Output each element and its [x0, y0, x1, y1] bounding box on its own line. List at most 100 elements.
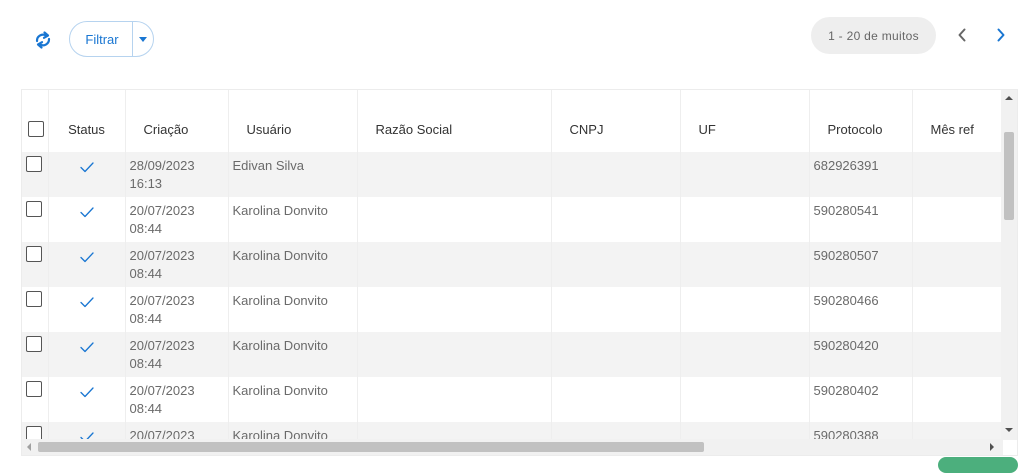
pagination-info: 1 - 20 de muitos [811, 17, 936, 54]
user-cell: Karolina Donvito [228, 287, 358, 332]
select-all-checkbox[interactable] [28, 121, 44, 137]
uf-cell [680, 152, 810, 197]
uf-cell [680, 242, 810, 287]
scroll-down-arrow[interactable] [1005, 428, 1013, 432]
grid-header-row: Status Criação Usuário Razão Social CNPJ… [22, 90, 1002, 152]
creation-time: 08:44 [129, 356, 163, 371]
protocol-cell: 590280507 [809, 242, 913, 287]
scroll-right-arrow[interactable] [990, 443, 994, 451]
creation-cell: 20/07/2023 08:44 [125, 197, 229, 242]
row-checkbox[interactable] [26, 381, 42, 397]
cnpj-cell [551, 332, 681, 377]
status-cell [48, 197, 126, 242]
company-name-cell [357, 377, 552, 422]
company-name-cell [357, 242, 552, 287]
creation-time: 08:44 [129, 311, 163, 326]
user-cell: Karolina Donvito [228, 377, 358, 422]
table-row[interactable]: 20/07/2023 08:44 Karolina Donvito 590280541 [22, 197, 1002, 242]
column-header-creation[interactable]: Criação [125, 90, 229, 152]
creation-date: 20/07/2023 [129, 248, 195, 263]
cnpj-cell [551, 287, 681, 332]
creation-cell: 20/07/2023 08:44 [125, 287, 229, 332]
protocol-cell: 590280466 [809, 287, 913, 332]
chevron-right-icon [997, 28, 1005, 42]
company-name-cell [357, 332, 552, 377]
creation-date: 20/07/2023 [129, 338, 195, 353]
column-header-uf[interactable]: UF [680, 90, 810, 152]
table-row[interactable]: 20/07/2023 08:44 Karolina Donvito 590280420 [22, 332, 1002, 377]
refresh-button[interactable] [30, 27, 56, 53]
user-cell: Karolina Donvito [228, 197, 358, 242]
company-name-cell [357, 197, 552, 242]
scroll-up-arrow[interactable] [1005, 96, 1013, 100]
creation-time: 08:44 [129, 266, 163, 281]
creation-cell: 20/07/2023 08:44 [125, 377, 229, 422]
column-header-status[interactable]: Status [48, 90, 126, 152]
uf-cell [680, 332, 810, 377]
creation-cell: 28/09/2023 16:13 [125, 152, 229, 197]
row-select-cell [22, 152, 49, 197]
scroll-left-arrow[interactable] [27, 443, 31, 451]
refresh-icon [35, 31, 51, 49]
reference-month-cell [912, 287, 1002, 332]
vertical-scrollbar[interactable] [1001, 90, 1017, 440]
column-header-company-name[interactable]: Razão Social [357, 90, 552, 152]
row-checkbox[interactable] [26, 156, 42, 172]
cnpj-cell [551, 152, 681, 197]
table-row[interactable]: 20/07/2023 08:44 Karolina Donvito 590280466 [22, 287, 1002, 332]
filter-button[interactable]: Filtrar [69, 21, 154, 57]
cnpj-cell [551, 242, 681, 287]
table-row[interactable]: 20/07/2023 08:44 Karolina Donvito 590280402 [22, 377, 1002, 422]
company-name-cell [357, 152, 552, 197]
company-name-cell [357, 287, 552, 332]
horizontal-scrollbar[interactable] [22, 439, 1003, 455]
filter-button-label: Filtrar [85, 31, 119, 47]
row-select-cell [22, 197, 49, 242]
floating-action-button[interactable] [938, 457, 1018, 473]
next-page-button[interactable] [991, 24, 1011, 46]
row-select-cell [22, 242, 49, 287]
protocol-cell: 590280402 [809, 377, 913, 422]
creation-cell: 20/07/2023 08:44 [125, 242, 229, 287]
check-icon [79, 207, 94, 218]
check-icon [79, 252, 94, 263]
column-header-reference-month[interactable]: Mês ref [912, 90, 1002, 152]
grid-table: Status Criação Usuário Razão Social CNPJ… [22, 90, 1002, 455]
creation-cell: 20/07/2023 08:44 [125, 332, 229, 377]
row-checkbox[interactable] [26, 201, 42, 217]
select-all-cell [22, 90, 49, 152]
data-grid: Status Criação Usuário Razão Social CNPJ… [21, 89, 1018, 456]
uf-cell [680, 377, 810, 422]
table-row[interactable]: 20/07/2023 08:44 Karolina Donvito 590280507 [22, 242, 1002, 287]
caret-down-icon [139, 36, 147, 42]
row-checkbox[interactable] [26, 336, 42, 352]
filter-dropdown-toggle[interactable] [133, 36, 153, 42]
protocol-cell: 682926391 [809, 152, 913, 197]
chevron-left-icon [958, 28, 966, 42]
column-header-protocol[interactable]: Protocolo [809, 90, 913, 152]
grid-body: 28/09/2023 16:13 Edivan Silva 682926391 20/0… [22, 152, 1002, 455]
creation-time: 08:44 [129, 401, 163, 416]
cnpj-cell [551, 377, 681, 422]
reference-month-cell [912, 242, 1002, 287]
previous-page-button[interactable] [952, 24, 972, 46]
reference-month-cell [912, 197, 1002, 242]
creation-time: 16:13 [129, 176, 163, 191]
creation-time: 08:44 [129, 221, 163, 236]
row-checkbox[interactable] [26, 291, 42, 307]
row-select-cell [22, 287, 49, 332]
toolbar: Filtrar 1 - 20 de muitos [0, 0, 1026, 80]
row-select-cell [22, 377, 49, 422]
status-cell [48, 152, 126, 197]
horizontal-scroll-thumb[interactable] [38, 442, 704, 452]
status-cell [48, 287, 126, 332]
check-icon [79, 162, 94, 173]
table-row[interactable]: 28/09/2023 16:13 Edivan Silva 682926391 [22, 152, 1002, 197]
reference-month-cell [912, 377, 1002, 422]
column-header-cnpj[interactable]: CNPJ [551, 90, 681, 152]
vertical-scroll-thumb[interactable] [1004, 132, 1014, 220]
row-checkbox[interactable] [26, 246, 42, 262]
column-header-user[interactable]: Usuário [228, 90, 358, 152]
uf-cell [680, 287, 810, 332]
creation-date: 20/07/2023 [129, 203, 195, 218]
